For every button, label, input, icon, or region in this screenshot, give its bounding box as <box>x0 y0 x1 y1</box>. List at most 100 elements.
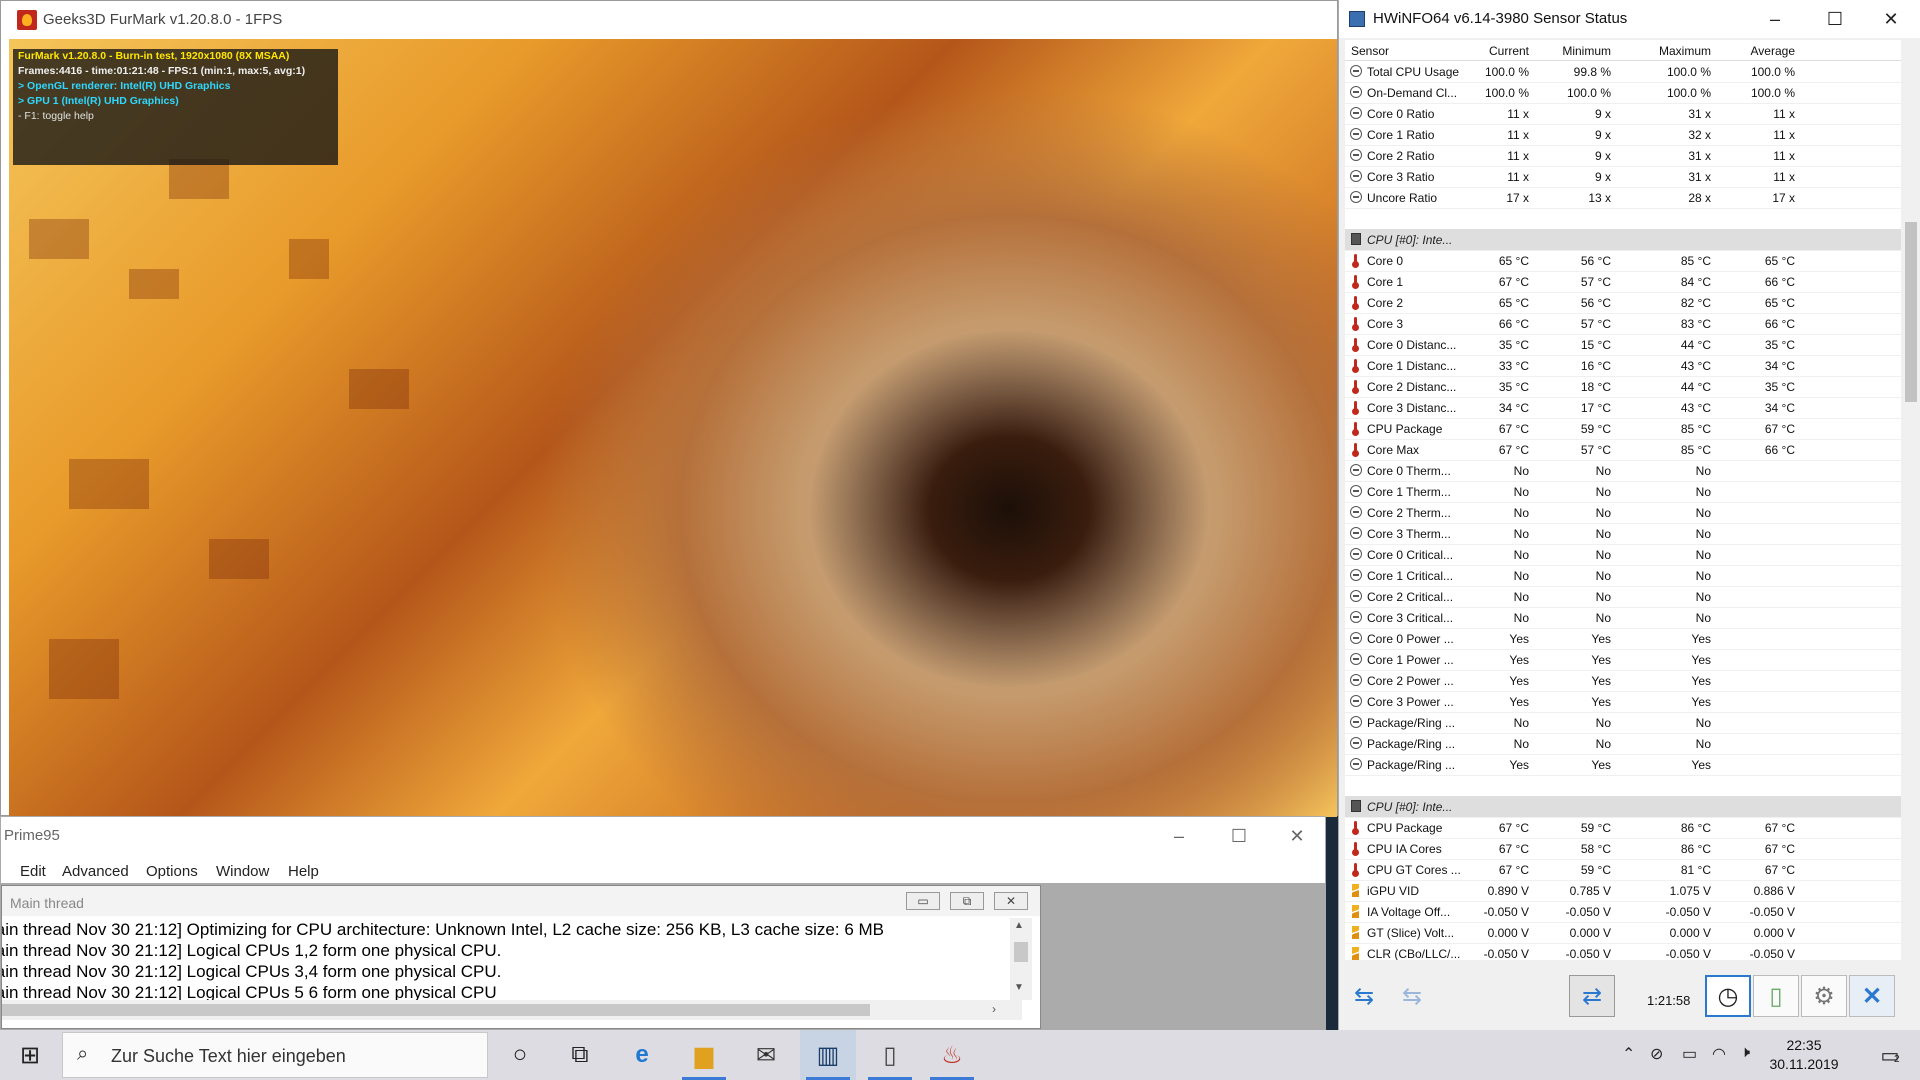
child-restore-button[interactable]: ⧉ <box>950 892 984 910</box>
prime95-minimize-button[interactable]: – <box>1151 817 1207 855</box>
child-close-button[interactable]: ✕ <box>994 892 1028 910</box>
scroll-right-icon[interactable]: › <box>992 1002 996 1016</box>
tray-wifi-icon[interactable]: ◠ <box>1712 1044 1726 1064</box>
sensor-row[interactable]: Core 1 Ratio 11 x9 x 32 x 11 x <box>1345 124 1901 146</box>
prime95-close-button[interactable]: ✕ <box>1269 817 1325 855</box>
network-icon[interactable]: ⇄ <box>1569 975 1615 1017</box>
sensor-row[interactable]: Core 2 Distanc... 35 °C 18 °C 44 °C 35 °C <box>1345 376 1901 398</box>
sensor-row[interactable]: Core 2 Power ... Yes Yes Yes <box>1345 670 1901 692</box>
tray-battery-icon[interactable]: ▭ <box>1682 1044 1697 1064</box>
menu-help[interactable]: Help <box>288 863 319 880</box>
main-thread-titlebar[interactable]: Main thread ▭ ⧉ ✕ <box>2 886 1040 916</box>
furmark-titlebar[interactable]: Geeks3D FurMark v1.20.8.0 - 1FPS <box>1 1 1337 39</box>
thermometer-icon <box>1350 443 1362 457</box>
sensor-row[interactable]: Core 1 Distanc... 33 °C 16 °C 43 °C 34 °C <box>1345 355 1901 377</box>
sensor-row[interactable]: On-Demand Cl... 100.0 % 100.0 % 100.0 % 100.… <box>1345 82 1901 104</box>
sensor-row[interactable]: Core 0 Therm... No No No <box>1345 460 1901 482</box>
scrollbar-thumb[interactable] <box>2 1004 870 1016</box>
sensor-row[interactable]: Total CPU Usage 100.0 % 99.8 % 100.0 % 100.0… <box>1345 61 1901 83</box>
windows-start-icon[interactable]: ⊞ <box>2 1030 58 1080</box>
sensor-row[interactable]: GT (Slice) Volt... 0.000 V 0.000 V 0.000 V0… <box>1345 922 1901 944</box>
hwinfo-taskbar-icon[interactable]: ▥ <box>800 1030 856 1080</box>
tray-network-status-icon[interactable]: ⊘ <box>1650 1044 1663 1064</box>
notification-center-icon[interactable]: ▭ 2 <box>1862 1030 1918 1080</box>
menu-window[interactable]: Window <box>216 863 269 880</box>
sensor-row[interactable]: iGPU VID 0.890 V 0.785 V 1.075 V 0.886 V <box>1345 880 1901 902</box>
sensor-row[interactable]: Package/Ring ... Yes Yes Yes <box>1345 754 1901 776</box>
column-header-sensor[interactable]: Sensor <box>1351 44 1389 58</box>
sensor-row[interactable]: CPU IA Cores 67 °C 58 °C 86 °C 67 °C <box>1345 838 1901 860</box>
taskbar-search-box[interactable]: ⌕ Zur Suche Text hier eingeben <box>62 1032 488 1078</box>
column-header-maximum[interactable]: Maximum <box>1641 44 1711 58</box>
sensor-row[interactable]: CLR (CBo/LLC/... -0.050 V -0.050 V -0.050 V… <box>1345 943 1901 960</box>
furmark-taskbar-icon[interactable]: ♨ <box>924 1030 980 1080</box>
navigate-arrows-disabled-icon[interactable]: ⇆ <box>1389 975 1435 1017</box>
sensor-row[interactable]: Core 3 Ratio 11 x9 x 31 x 11 x <box>1345 166 1901 188</box>
sensor-row[interactable]: Core 1 Critical... No No No <box>1345 565 1901 587</box>
column-header-current[interactable]: Current <box>1485 44 1529 58</box>
sensor-row[interactable] <box>1345 208 1901 229</box>
sensor-row[interactable]: Core 3 Distanc... 34 °C 17 °C 43 °C 34 °C <box>1345 397 1901 419</box>
sensor-row[interactable]: CPU GT Cores ... 67 °C 59 °C 81 °C 67 °C <box>1345 859 1901 881</box>
task-view-icon[interactable]: ⧉ <box>552 1030 608 1080</box>
close-sensors-icon[interactable]: ✕ <box>1849 975 1895 1017</box>
minimize-button[interactable]: – <box>1747 0 1803 38</box>
sensor-row[interactable]: Core 1 67 °C 57 °C 84 °C 66 °C <box>1345 271 1901 293</box>
menu-edit[interactable]: Edit <box>20 863 46 880</box>
hwinfo-titlebar[interactable]: HWiNFO64 v6.14-3980 Sensor Status – ☐ ✕ <box>1339 0 1920 38</box>
sensor-row[interactable] <box>1345 775 1901 796</box>
log-vertical-scrollbar[interactable]: ▲ ▼ <box>1010 918 1032 1000</box>
prime95-taskbar-icon[interactable]: ▯ <box>862 1030 918 1080</box>
sensor-row[interactable]: Package/Ring ... No No No <box>1345 733 1901 755</box>
sensor-row[interactable]: Core 0 Critical... No No No <box>1345 544 1901 566</box>
close-button[interactable]: ✕ <box>1863 0 1919 38</box>
sensor-row[interactable]: Core 3 66 °C 57 °C 83 °C 66 °C <box>1345 313 1901 335</box>
child-minimize-button[interactable]: ▭ <box>906 892 940 910</box>
sensor-row[interactable]: Core 3 Power ... Yes Yes Yes <box>1345 691 1901 713</box>
log-horizontal-scrollbar[interactable]: › <box>2 1000 1022 1020</box>
sensor-group-header[interactable]: CPU [#0]: Inte... <box>1345 796 1901 818</box>
column-header-average[interactable]: Average <box>1735 44 1795 58</box>
sensor-row[interactable]: Core 0 Power ... Yes Yes Yes <box>1345 628 1901 650</box>
clock-icon[interactable]: ◷ <box>1705 975 1751 1017</box>
sensor-row[interactable]: Core Max 67 °C 57 °C 85 °C 66 °C <box>1345 439 1901 461</box>
column-header-minimum[interactable]: Minimum <box>1557 44 1611 58</box>
sensor-row[interactable]: Core 0 Ratio 11 x9 x 31 x 11 x <box>1345 103 1901 125</box>
furmark-window: Geeks3D FurMark v1.20.8.0 - 1FPS FurMark… <box>0 0 1338 817</box>
settings-gear-icon[interactable]: ⚙ <box>1801 975 1847 1017</box>
scrollbar-thumb[interactable] <box>1014 942 1028 962</box>
sensor-row[interactable]: Core 1 Therm... No No No <box>1345 481 1901 503</box>
taskbar-clock[interactable]: 22:35 30.11.2019 <box>1764 1036 1844 1074</box>
sensor-row[interactable]: Core 2 65 °C 56 °C 82 °C 65 °C <box>1345 292 1901 314</box>
maximize-button[interactable]: ☐ <box>1807 0 1863 38</box>
sensor-row[interactable]: Core 3 Therm... No No No <box>1345 523 1901 545</box>
navigate-arrows-icon[interactable]: ⇆ <box>1341 975 1387 1017</box>
sensor-row[interactable]: Core 2 Therm... No No No <box>1345 502 1901 524</box>
sensor-row[interactable]: CPU Package 67 °C 59 °C 86 °C 67 °C <box>1345 817 1901 839</box>
sensor-row[interactable]: Core 2 Critical... No No No <box>1345 586 1901 608</box>
menu-options[interactable]: Options <box>146 863 198 880</box>
sensor-row[interactable]: Package/Ring ... No No No <box>1345 712 1901 734</box>
sensor-row[interactable]: Core 3 Critical... No No No <box>1345 607 1901 629</box>
sensor-row[interactable]: Uncore Ratio 17 x 13 x 28 x 17 x <box>1345 187 1901 209</box>
mail-icon[interactable]: ✉ <box>738 1030 794 1080</box>
sensor-row[interactable]: CPU Package 67 °C 59 °C 85 °C 67 °C <box>1345 418 1901 440</box>
cortana-icon[interactable]: ○ <box>492 1030 548 1080</box>
edge-browser-icon[interactable]: e <box>614 1030 670 1080</box>
sensor-table-scrollbar[interactable] <box>1901 40 1919 960</box>
sensor-row[interactable]: Core 1 Power ... Yes Yes Yes <box>1345 649 1901 671</box>
prime95-maximize-button[interactable]: ☐ <box>1211 817 1267 855</box>
menu-advanced[interactable]: Advanced <box>62 863 129 880</box>
sensor-row[interactable]: Core 0 65 °C 56 °C 85 °C 65 °C <box>1345 250 1901 272</box>
sensor-group-header[interactable]: CPU [#0]: Inte... <box>1345 229 1901 251</box>
scroll-down-icon[interactable]: ▼ <box>1014 982 1024 993</box>
sensor-row[interactable]: IA Voltage Off... -0.050 V -0.050 V -0.050 … <box>1345 901 1901 923</box>
scrollbar-thumb[interactable] <box>1905 222 1917 402</box>
tray-chevron-up-icon[interactable]: ⌃ <box>1622 1044 1635 1064</box>
sensor-row[interactable]: Core 0 Distanc... 35 °C 15 °C 44 °C 35 °C <box>1345 334 1901 356</box>
scroll-up-icon[interactable]: ▲ <box>1014 920 1024 931</box>
tray-volume-mute-icon[interactable]: 🕨 <box>1740 1044 1750 1062</box>
sensor-row[interactable]: Core 2 Ratio 11 x9 x 31 x 11 x <box>1345 145 1901 167</box>
add-report-icon[interactable]: ▯ <box>1753 975 1799 1017</box>
file-explorer-icon[interactable]: ▆ <box>676 1030 732 1080</box>
